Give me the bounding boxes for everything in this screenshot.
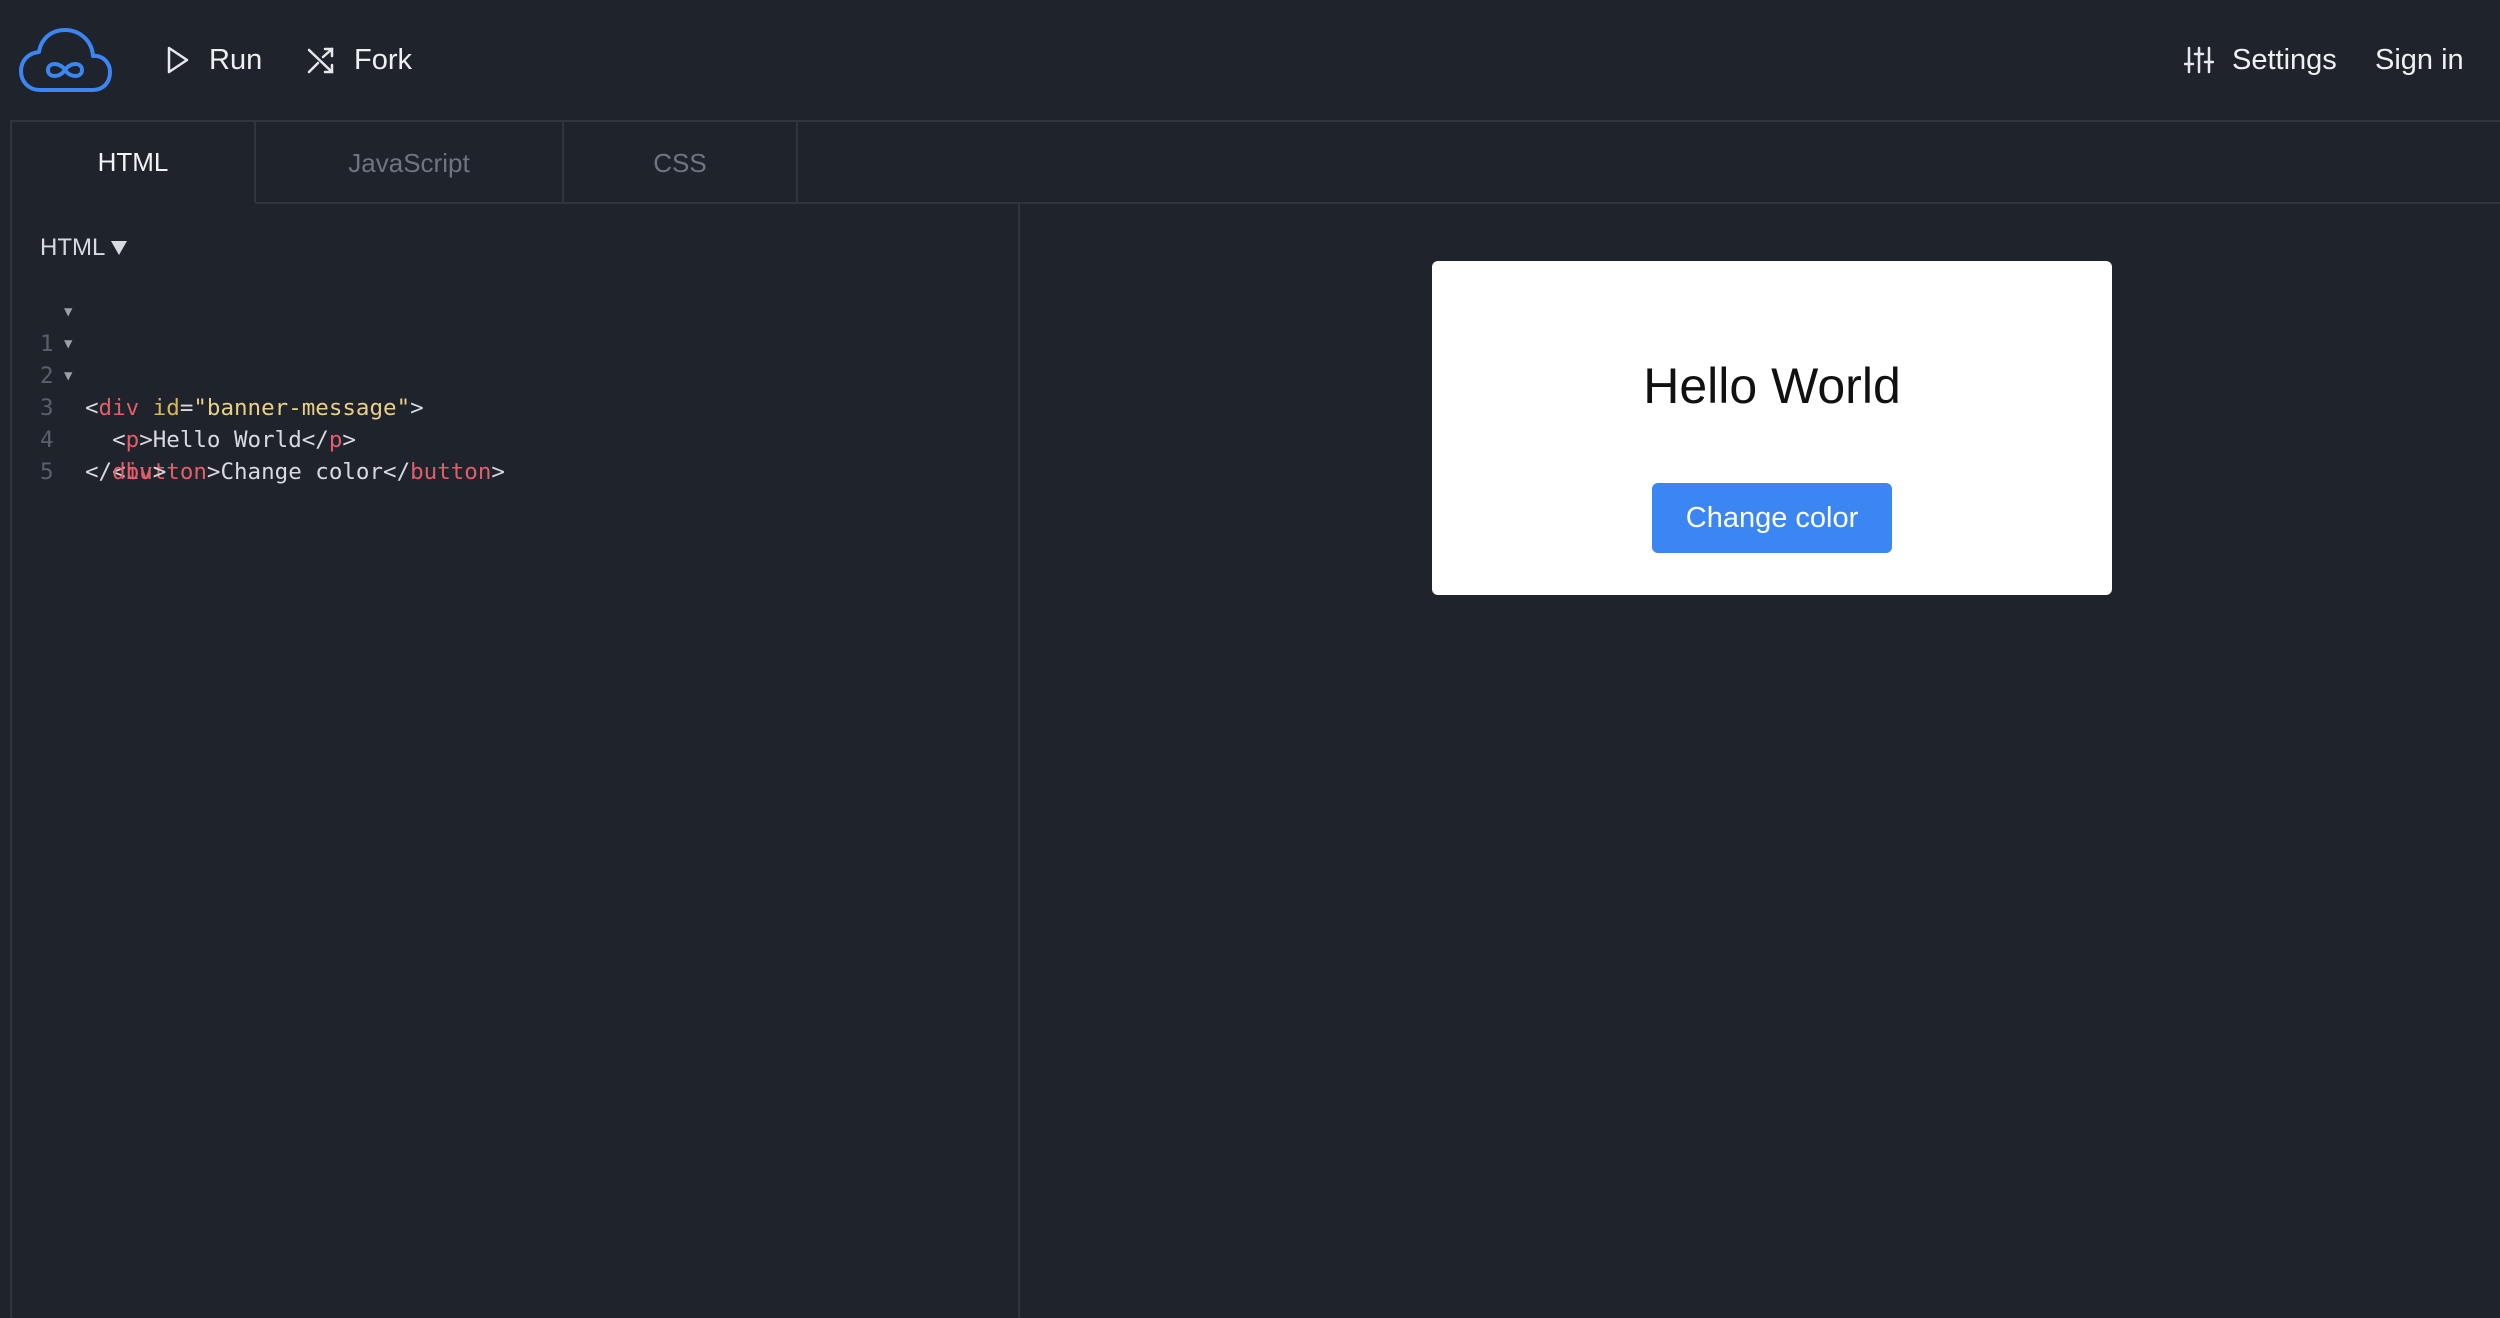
code-area[interactable]: 1 ▼ <div id="banner-message"> 2 ▼ <p>Hel… — [12, 296, 1012, 485]
fork-button[interactable]: Fork — [306, 36, 412, 84]
sign-in-label: Sign in — [2375, 43, 2464, 76]
sign-in-link[interactable]: Sign in — [2375, 36, 2464, 84]
top-toolbar: Run Fork Settings Sign in — [0, 0, 2500, 120]
code-line: 2 ▼ <p>Hello World</p> — [12, 328, 1012, 453]
change-color-button[interactable]: Change color — [1652, 483, 1892, 553]
result-preview-pane: Hello World Change color — [1022, 204, 2500, 1318]
fold-arrow-icon[interactable]: ▼ — [64, 328, 72, 360]
banner-message: Hello World Change color — [1432, 261, 2112, 595]
code-line: 1 ▼ <div id="banner-message"> — [12, 296, 1012, 421]
cloud-logo-icon[interactable] — [18, 26, 112, 94]
code-editor-pane[interactable]: HTML 1 ▼ <div id="banner-message"> 2 ▼ <… — [12, 204, 1020, 1318]
banner-text: Hello World — [1643, 358, 1901, 414]
tab-html[interactable]: HTML — [12, 122, 256, 204]
sliders-icon — [2184, 45, 2214, 75]
line-number: 5 — [40, 459, 54, 485]
workspace: HTML JavaScript CSS HTML 1 ▼ <div id="ba… — [10, 120, 2500, 1318]
fold-arrow-icon[interactable]: ▼ — [64, 360, 72, 392]
shuffle-icon — [306, 45, 336, 75]
settings-button[interactable]: Settings — [2184, 36, 2337, 84]
code-line: 3 ▼ <button>Change color</button> — [12, 360, 1012, 485]
caret-down-icon — [111, 241, 128, 255]
editor-tab-bar: HTML JavaScript CSS — [12, 122, 2500, 204]
language-label: HTML — [40, 234, 106, 261]
code-line: 5 — [12, 424, 1012, 485]
tab-javascript[interactable]: JavaScript — [256, 122, 564, 204]
play-icon — [165, 45, 191, 75]
code-line: 4 </div> — [12, 392, 1012, 485]
settings-label: Settings — [2232, 43, 2337, 76]
fork-label: Fork — [354, 43, 412, 76]
fold-arrow-icon[interactable]: ▼ — [64, 296, 72, 328]
run-button[interactable]: Run — [165, 36, 262, 84]
tab-css[interactable]: CSS — [564, 122, 798, 204]
run-label: Run — [209, 43, 263, 76]
language-dropdown[interactable]: HTML — [40, 234, 128, 262]
